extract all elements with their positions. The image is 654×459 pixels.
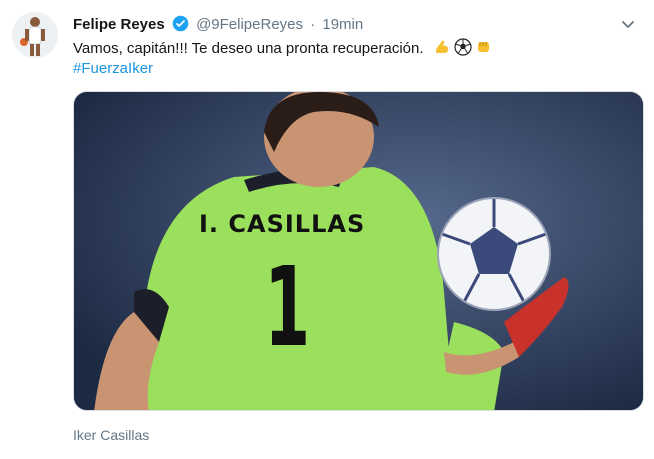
tweet-timestamp[interactable]: 19min (322, 16, 363, 33)
image-caption: Iker Casillas (73, 427, 150, 443)
user-handle[interactable]: @9FelipeReyes (196, 16, 303, 33)
avatar[interactable] (12, 12, 58, 58)
verified-badge-icon (172, 15, 189, 36)
tweet-text: Vamos, capitán!!! Te deseo una pronta re… (73, 38, 493, 59)
tweet-header: Felipe Reyes @9FelipeReyes · 19min (73, 15, 363, 36)
tweet-media-image[interactable]: I. CASILLAS 1 (73, 91, 644, 411)
emoji-group (433, 38, 493, 56)
soccer-ball-icon (454, 38, 472, 56)
separator-dot: · (310, 16, 316, 33)
flexed-biceps-icon (435, 40, 448, 53)
jersey-name: I. CASILLAS (199, 210, 366, 238)
jersey-number: 1 (264, 243, 311, 371)
display-name[interactable]: Felipe Reyes (73, 16, 165, 33)
tweet-body: Vamos, capitán!!! Te deseo una pronta re… (73, 40, 424, 57)
chevron-down-icon[interactable] (620, 16, 636, 37)
fist-bump-icon (477, 42, 489, 52)
hashtag-link[interactable]: #FuerzaIker (73, 60, 153, 77)
